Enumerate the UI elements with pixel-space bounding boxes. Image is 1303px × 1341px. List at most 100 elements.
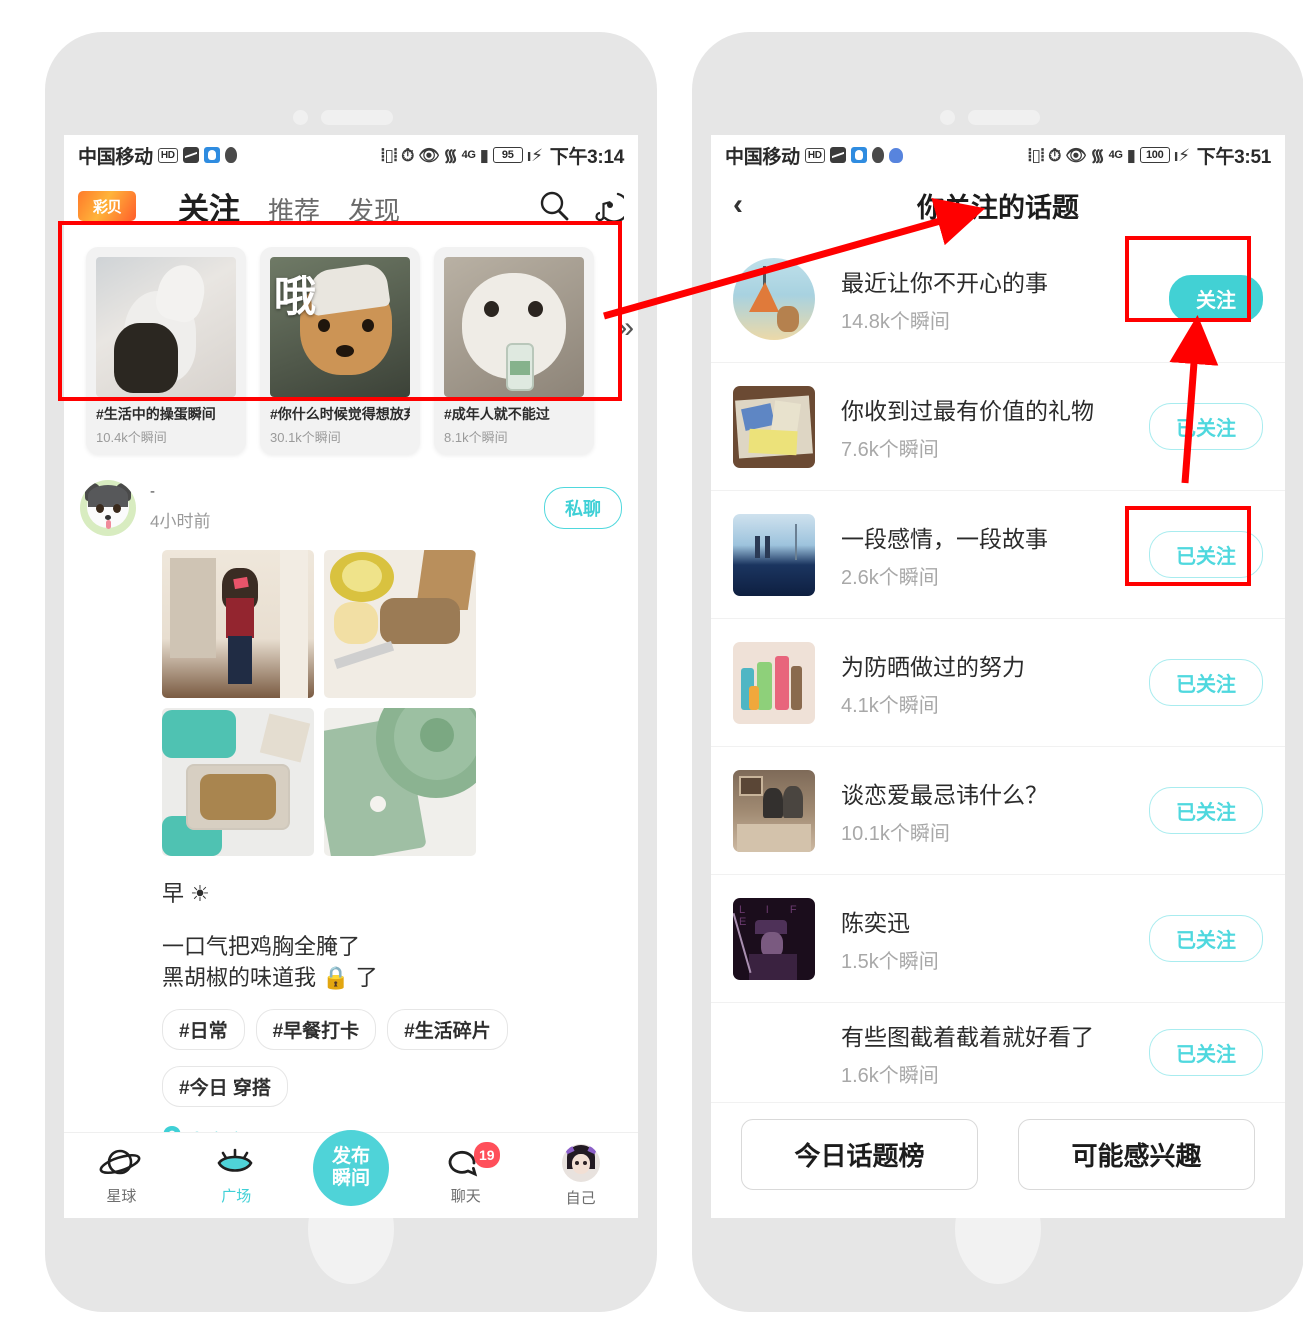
eye-icon: 👁 (418, 145, 440, 165)
topic-title: 谈恋爱最忌讳什么？ (841, 781, 1048, 808)
topic-thumbnail (733, 513, 815, 596)
topic-count: 10.4k个瞬间 (96, 430, 167, 445)
feed-post: - 4小时前 私聊 早 ☀ 一口气把鸡胸全腌了 黑胡椒的味道我 🔒 了 #日常 … (64, 468, 638, 1218)
tab-profile[interactable]: 自己 (523, 1143, 638, 1208)
topic-count: 10.1k个瞬间 (841, 822, 950, 845)
carousel-more-icon[interactable]: » (617, 311, 634, 345)
topic-count: 8.1k个瞬间 (444, 430, 508, 445)
topic-thumbnail (733, 769, 815, 852)
post-tag[interactable]: #日常 (162, 1009, 245, 1050)
post-photo[interactable] (162, 708, 314, 856)
alarm-icon: ⏱ (1048, 145, 1062, 165)
status-bar-right: 中国移动 HD ⦙▯⦙ ⏱ 👁 ᯾ 4G ▮ 100 ı⚡ 下午3:51 (711, 135, 1285, 175)
screen-right: 中国移动 HD ⦙▯⦙ ⏱ 👁 ᯾ 4G ▮ 100 ı⚡ 下午3:51 ‹ 你… (711, 135, 1285, 1218)
alarm-icon: ⏱ (401, 145, 415, 165)
topic-thumbnail (733, 641, 815, 724)
vibrate-icon: ⦙▯⦙ (381, 145, 398, 165)
table-row[interactable]: 最近让你不开心的事 14.8k个瞬间 关注 (711, 235, 1285, 363)
eye-icon: 👁 (1065, 145, 1087, 165)
followed-button[interactable]: 已关注 (1149, 659, 1263, 706)
followed-topic-list: 最近让你不开心的事 14.8k个瞬间 关注 你收到过最有价值的礼物 7.6k个瞬… (711, 235, 1285, 1103)
topic-card[interactable]: #成年人就不能过 8.1k个瞬间 (434, 247, 594, 454)
followed-button[interactable]: 已关注 (1149, 403, 1263, 450)
phone-frame-left: 中国移动 HD ⦙▯⦙ ⏱ 👁 ᯾ 4G ▮ 95 ı⚡ 下午3:14 彩贝 关… (45, 32, 657, 1312)
followed-button[interactable]: 已关注 (1149, 1029, 1263, 1076)
topic-thumbnail (733, 385, 815, 468)
post-photo-grid (162, 550, 477, 856)
carrier-label: 中国移动 (725, 146, 800, 168)
vibrate-icon: ⦙▯⦙ (1028, 145, 1045, 165)
post-photo[interactable] (324, 708, 476, 856)
tab-recommend[interactable]: 推荐 (268, 191, 320, 228)
nav-tabs: 关注 推荐 发现 (178, 184, 400, 229)
followed-button[interactable]: 已关注 (1149, 915, 1263, 962)
topic-card[interactable]: 哦 #你什么时候觉得想放弃了 30.1k个瞬间 (260, 247, 420, 454)
status-clock: 下午3:51 (1196, 146, 1272, 168)
cell-signal-icon: ▮ (479, 145, 489, 165)
table-row[interactable]: 你收到过最有价值的礼物 7.6k个瞬间 已关注 (711, 363, 1285, 491)
tab-label: 自己 (565, 1189, 596, 1207)
topic-title: 为防晒做过的努力 (841, 653, 1025, 680)
post-username[interactable]: - (150, 484, 210, 499)
screen-left: 中国移动 HD ⦙▯⦙ ⏱ 👁 ᯾ 4G ▮ 95 ı⚡ 下午3:14 彩贝 关… (64, 135, 638, 1218)
post-tag[interactable]: #今日 穿搭 (162, 1066, 288, 1107)
page-header-right: ‹ 你关注的话题 (711, 175, 1285, 235)
followed-button[interactable]: 已关注 (1149, 787, 1263, 834)
topic-card[interactable]: #生活中的操蛋瞬间 10.4k个瞬间 (86, 247, 246, 454)
table-row[interactable]: 谈恋爱最忌讳什么？ 10.1k个瞬间 已关注 (711, 747, 1285, 875)
app-header-left: 彩贝 关注 推荐 发现 (64, 175, 638, 237)
speaker-grill (321, 110, 393, 125)
tab-publish[interactable]: 发布 瞬间 (294, 1129, 409, 1206)
post-photo[interactable] (162, 550, 314, 698)
page-title: 你关注的话题 (917, 192, 1079, 223)
table-row[interactable]: L I F E 陈奕迅 1.5k个瞬间 已关注 (711, 875, 1285, 1003)
topic-thumbnail (444, 257, 584, 397)
search-icon[interactable] (536, 188, 572, 224)
post-tag[interactable]: #生活碎片 (387, 1009, 508, 1050)
followed-button[interactable]: 已关注 (1149, 531, 1263, 578)
post-text-line-2: 黑胡椒的味道我 🔒 了 (162, 965, 378, 990)
post-greeting: 早 ☀ (162, 881, 210, 906)
tab-follow[interactable]: 关注 (178, 184, 240, 229)
topic-thumbnail (96, 257, 236, 397)
table-row[interactable]: 一段感情，一段故事 2.6k个瞬间 已关注 (711, 491, 1285, 619)
tab-planet[interactable]: 星球 (64, 1146, 179, 1206)
tab-discover[interactable]: 发现 (348, 191, 400, 228)
hd-badge: HD (157, 147, 178, 163)
music-note-icon[interactable] (588, 188, 630, 224)
post-tag[interactable]: #早餐打卡 (255, 1009, 377, 1050)
tab-chat[interactable]: 19 聊天 (408, 1141, 523, 1206)
tab-square[interactable]: 广场 (179, 1146, 294, 1206)
carrier-label: 中国移动 (78, 146, 153, 168)
topic-count: 1.6k个瞬间 (841, 1064, 939, 1087)
topic-count: 14.8k个瞬间 (841, 310, 950, 333)
today-topic-rank-button[interactable]: 今日话题榜 (741, 1119, 978, 1190)
qq-penguin-icon (871, 147, 884, 163)
topic-thumbnail: 哦 (270, 257, 410, 397)
topic-count: 30.1k个瞬间 (270, 430, 341, 445)
topic-name: #成年人就不能过 (444, 406, 550, 422)
topic-name: #你什么时候觉得想放弃了 (270, 406, 410, 422)
post-tags-row-2: #今日 穿搭 (162, 1066, 622, 1107)
topic-title: 有些图截着截着就好看了 (841, 1023, 1094, 1050)
publish-label-line2: 瞬间 (331, 1167, 370, 1189)
chevron-left-icon[interactable]: ‹ (733, 188, 743, 222)
status-bar-left: 中国移动 HD ⦙▯⦙ ⏱ 👁 ᯾ 4G ▮ 95 ı⚡ 下午3:14 (64, 135, 638, 175)
signal-wave-icon (829, 147, 846, 163)
avatar[interactable] (80, 480, 136, 536)
maybe-interested-button[interactable]: 可能感兴趣 (1018, 1119, 1255, 1190)
post-photo[interactable] (324, 550, 476, 698)
topic-carousel[interactable]: #生活中的操蛋瞬间 10.4k个瞬间 哦 #你什么时候觉得想放弃了 30.1k (64, 237, 638, 468)
battery-indicator: 100 (1139, 147, 1170, 163)
wifi-icon: ᯾ (1090, 145, 1105, 165)
tab-label: 聊天 (450, 1187, 481, 1205)
table-row[interactable]: 有些图截着截着就好看了 1.6k个瞬间 已关注 (711, 1003, 1285, 1103)
follow-button[interactable]: 关注 (1169, 275, 1263, 322)
topic-count: 7.6k个瞬间 (841, 438, 939, 461)
app-logo[interactable]: 彩贝 (78, 191, 136, 221)
tab-label: 广场 (221, 1187, 252, 1205)
hd-badge: HD (804, 147, 825, 163)
publish-button[interactable]: 发布 瞬间 (312, 1129, 389, 1206)
table-row[interactable]: 为防晒做过的努力 4.1k个瞬间 已关注 (711, 619, 1285, 747)
private-chat-button[interactable]: 私聊 (544, 487, 622, 529)
